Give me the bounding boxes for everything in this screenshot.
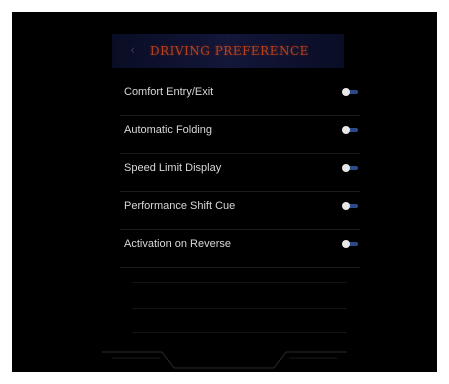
menu-item-label: Speed Limit Display	[124, 162, 222, 174]
toggle-knob	[342, 88, 350, 96]
divider	[132, 308, 347, 309]
menu-item-speed-limit-display[interactable]: Speed Limit Display	[120, 154, 360, 192]
toggle-knob	[342, 202, 350, 210]
page-title: DRIVING PREFERENCE	[150, 44, 309, 58]
chevron-left-icon[interactable]: ‹	[130, 42, 144, 60]
menu-item-label: Automatic Folding	[124, 124, 213, 136]
toggle-knob	[342, 126, 350, 134]
menu-item-label: Activation on Reverse	[124, 238, 231, 250]
toggle-switch[interactable]	[342, 240, 358, 248]
menu-item-comfort-entry-exit[interactable]: Comfort Entry/Exit	[120, 78, 360, 116]
driving-preference-screen: ‹ DRIVING PREFERENCE Comfort Entry/Exit …	[12, 12, 437, 372]
toggle-switch[interactable]	[342, 88, 358, 96]
toggle-switch[interactable]	[342, 164, 358, 172]
menu-item-automatic-folding[interactable]: Automatic Folding	[120, 116, 360, 154]
menu-item-performance-shift-cue[interactable]: Performance Shift Cue	[120, 192, 360, 230]
menu-item-label: Comfort Entry/Exit	[124, 86, 214, 98]
toggle-switch[interactable]	[342, 126, 358, 134]
toggle-knob	[342, 240, 350, 248]
menu-item-activation-on-reverse[interactable]: Activation on Reverse	[120, 230, 360, 268]
bottom-frame-decoration	[102, 351, 347, 369]
menu-item-label: Performance Shift Cue	[124, 200, 236, 212]
settings-menu: Comfort Entry/Exit Automatic Folding Spe…	[120, 78, 360, 268]
divider	[132, 282, 347, 283]
toggle-knob	[342, 164, 350, 172]
toggle-switch[interactable]	[342, 202, 358, 210]
